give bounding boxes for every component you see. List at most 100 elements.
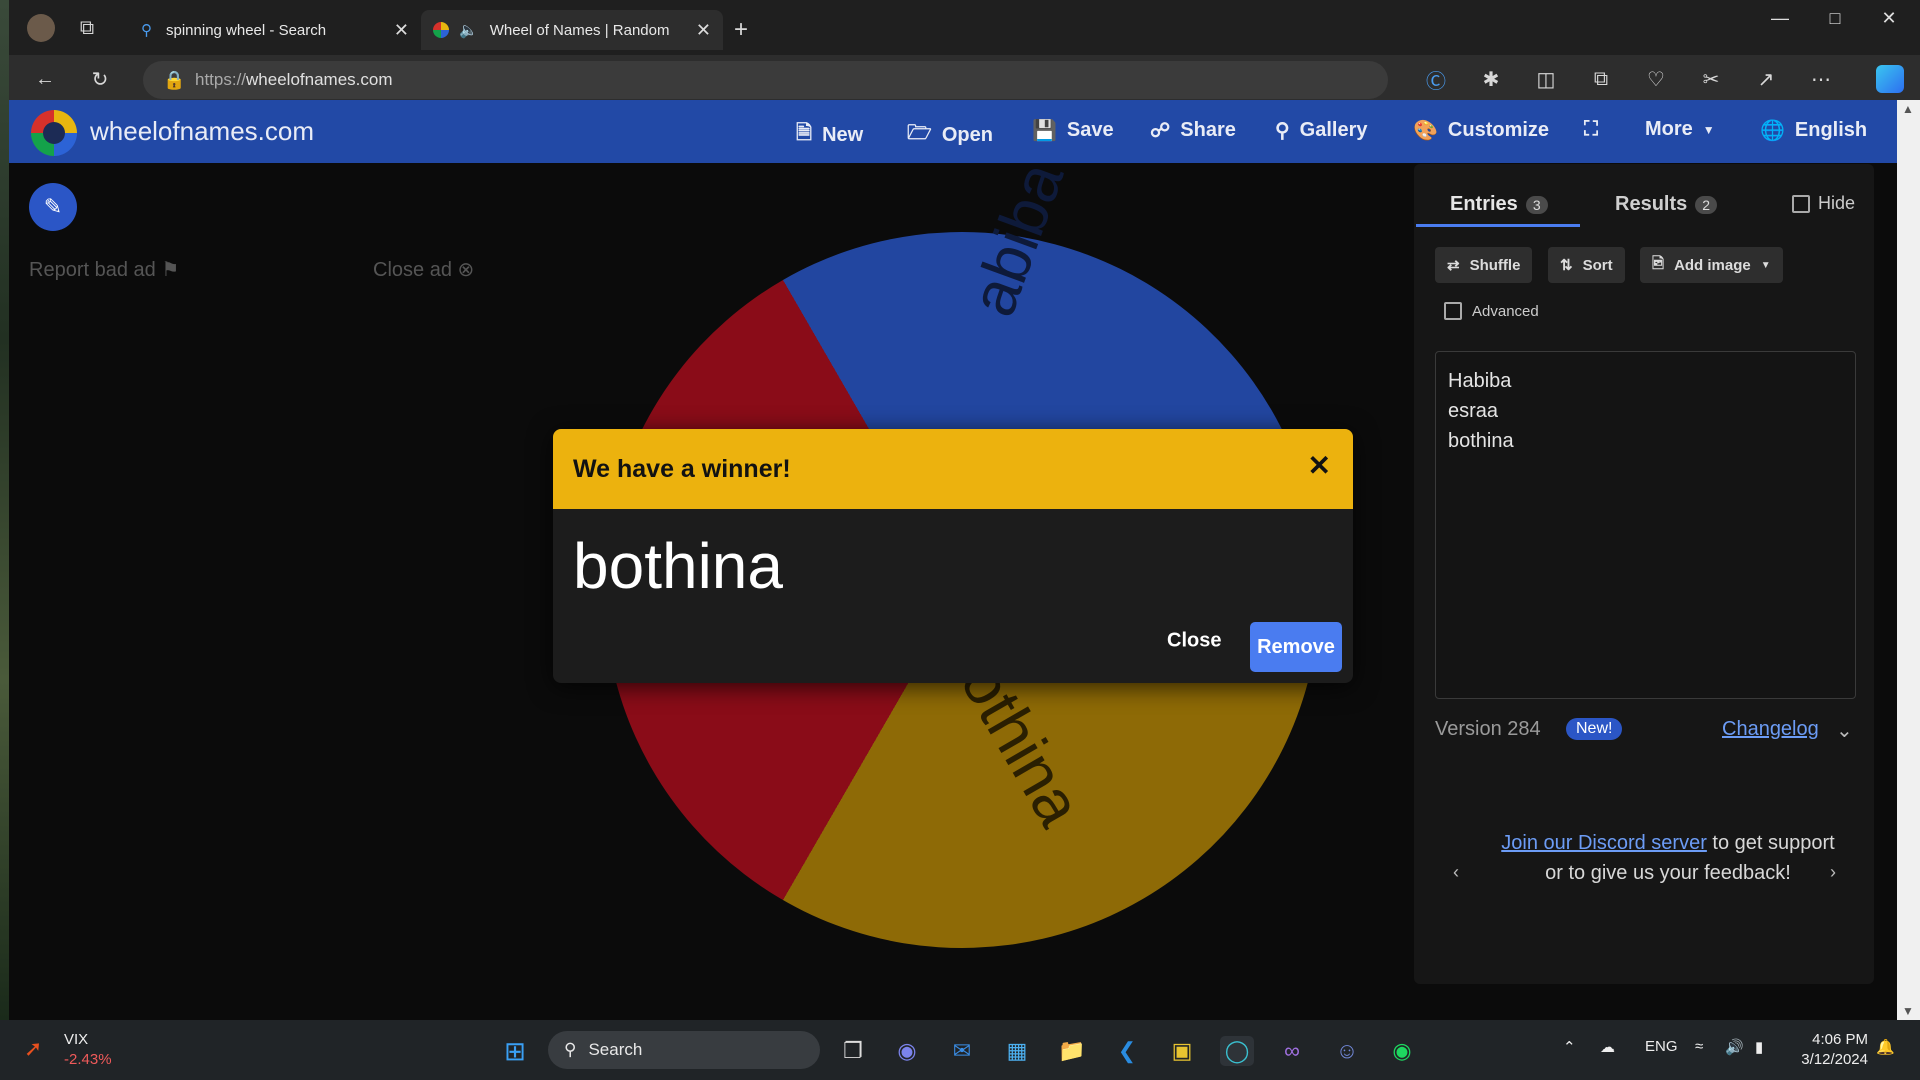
add-image-label: Add image xyxy=(1674,256,1751,274)
profile-avatar[interactable] xyxy=(27,14,55,42)
site-title[interactable]: wheelofnames.com xyxy=(90,116,314,147)
maximize-icon[interactable]: □ xyxy=(1815,8,1855,29)
task-view-icon[interactable]: ❐ xyxy=(836,1036,870,1066)
url-field[interactable]: 🔒 https://wheelofnames.com xyxy=(143,61,1388,99)
speaker-icon[interactable]: 🔈 xyxy=(459,21,478,39)
vscode-icon[interactable]: ❮ xyxy=(1110,1036,1144,1066)
hide-label: Hide xyxy=(1818,193,1856,213)
translate-icon[interactable]: Ⓒ xyxy=(1422,65,1450,93)
more-menu-icon[interactable]: ⋯ xyxy=(1807,65,1835,93)
notification-bell-icon[interactable]: 🔔 xyxy=(1876,1038,1895,1056)
advanced-checkbox[interactable]: Advanced xyxy=(1444,302,1539,320)
windows-start-icon[interactable]: ⊞ xyxy=(498,1036,532,1066)
results-count-badge: 2 xyxy=(1695,195,1718,214)
taskbar-search[interactable]: ⚲ Search xyxy=(548,1031,820,1069)
gallery-button[interactable]: ⚲ Gallery xyxy=(1275,118,1367,143)
new-badge: New! xyxy=(1566,718,1623,740)
discord-link[interactable]: Join our Discord server xyxy=(1501,832,1707,854)
minimize-icon[interactable]: — xyxy=(1760,8,1800,29)
share-button[interactable]: ☍ Share xyxy=(1150,118,1236,143)
teams-icon[interactable]: ◉ xyxy=(890,1036,924,1066)
close-circle-icon: ⊗ xyxy=(457,259,475,281)
sort-label: Sort xyxy=(1582,256,1613,274)
new-tab-button[interactable]: + xyxy=(727,16,755,44)
stock-widget-icon[interactable]: ➚ xyxy=(24,1036,42,1062)
site-logo-center xyxy=(43,122,65,144)
hide-checkbox-box[interactable] xyxy=(1792,194,1810,213)
scroll-down-icon[interactable]: ▼ xyxy=(1902,1004,1914,1018)
tab-wheel-of-names[interactable]: 🔈 Wheel of Names | Random ✕ xyxy=(421,10,723,50)
sticky-app-icon[interactable]: ▣ xyxy=(1165,1036,1199,1066)
new-button[interactable]: 🗎 New xyxy=(796,118,863,152)
browser-essentials-icon[interactable]: ♡ xyxy=(1642,65,1670,93)
changelog-link[interactable]: Changelog xyxy=(1722,718,1819,741)
add-image-button[interactable]: 🖻 Add image ▼ xyxy=(1640,247,1783,283)
chevron-down-icon[interactable]: ⌄ xyxy=(1836,718,1853,743)
ticker-change: -2.43% xyxy=(64,1051,112,1068)
extensions-icon[interactable]: ✱ xyxy=(1477,65,1505,93)
ticker-symbol: VIX xyxy=(64,1031,89,1048)
advanced-checkbox-box[interactable] xyxy=(1444,302,1462,320)
save-button[interactable]: 💾 Save xyxy=(1032,118,1114,143)
dialog-close-icon[interactable]: ✕ xyxy=(1308,449,1331,482)
sort-button[interactable]: ⇅ Sort xyxy=(1548,247,1625,283)
close-window-icon[interactable]: ✕ xyxy=(1869,8,1909,29)
tab-spinning-wheel-search[interactable]: ⚲ spinning wheel - Search ✕ xyxy=(129,10,421,50)
mail-icon[interactable]: ✉ xyxy=(945,1036,979,1066)
split-screen-icon[interactable]: ◫ xyxy=(1532,65,1560,93)
open-button[interactable]: 🗁 Open xyxy=(907,118,993,152)
chevron-left-icon[interactable]: ‹ xyxy=(1453,862,1459,883)
close-ad-link[interactable]: Close ad ⊗ xyxy=(373,257,474,282)
favicon-icon xyxy=(433,22,449,38)
workspaces-icon[interactable]: ⧉ xyxy=(73,14,101,42)
language-indicator[interactable]: ENG xyxy=(1645,1038,1678,1055)
dialog-remove-button[interactable]: Remove xyxy=(1250,622,1342,672)
flag-icon: ⚑ xyxy=(161,259,180,281)
refresh-icon[interactable]: ↻ xyxy=(86,65,114,93)
screenshot-icon[interactable]: ✂ xyxy=(1697,65,1725,93)
fullscreen-button[interactable]: ⛶ xyxy=(1584,118,1598,141)
more-button[interactable]: More ▼ xyxy=(1645,118,1715,141)
version-label: Version 284 xyxy=(1435,718,1541,740)
tab-entries[interactable]: Entries 3 xyxy=(1450,193,1548,216)
share-page-icon[interactable]: ↗ xyxy=(1752,65,1780,93)
dialog-close-button[interactable]: Close xyxy=(1167,630,1221,653)
customize-button[interactable]: 🎨 Customize xyxy=(1413,118,1549,143)
page-scrollbar[interactable]: ▲ ▼ xyxy=(1897,100,1920,1020)
edit-pencil-button[interactable]: ✎ xyxy=(29,183,77,231)
hide-checkbox[interactable]: Hide xyxy=(1792,193,1855,214)
entry-line: Habiba xyxy=(1448,370,1512,392)
stock-widget[interactable]: VIX -2.43% xyxy=(64,1030,112,1070)
store-icon[interactable]: ▦ xyxy=(1000,1036,1034,1066)
file-explorer-icon[interactable]: 📁 xyxy=(1055,1036,1089,1066)
volume-icon[interactable]: 🔊 xyxy=(1725,1038,1744,1056)
discord-message: Join our Discord server to get support o… xyxy=(1500,828,1836,888)
share-label: Share xyxy=(1180,119,1236,141)
scroll-up-icon[interactable]: ▲ xyxy=(1902,102,1914,116)
visual-studio-icon[interactable]: ∞ xyxy=(1275,1036,1309,1066)
discord-icon[interactable]: ☺ xyxy=(1330,1036,1364,1066)
language-button[interactable]: 🌐 English xyxy=(1760,118,1867,143)
spotify-icon[interactable]: ◉ xyxy=(1385,1036,1419,1066)
wifi-icon[interactable]: ≈ xyxy=(1695,1038,1703,1055)
shuffle-button[interactable]: ⇄ Shuffle xyxy=(1435,247,1533,283)
entries-textarea[interactable]: Habiba esraa bothina xyxy=(1435,351,1856,699)
tab-title: Wheel of Names | Random xyxy=(489,21,670,39)
back-arrow-icon[interactable]: ← xyxy=(31,65,59,93)
edge-icon[interactable]: ◯ xyxy=(1220,1036,1254,1066)
close-tab-icon[interactable]: ✕ xyxy=(696,20,711,41)
close-tab-icon[interactable]: ✕ xyxy=(394,20,409,41)
report-ad-link[interactable]: Report bad ad ⚑ xyxy=(29,257,179,282)
save-icon: 💾 xyxy=(1032,120,1057,142)
open-label: Open xyxy=(941,123,993,146)
more-label: More xyxy=(1645,118,1693,140)
copilot-icon[interactable] xyxy=(1876,65,1904,93)
chevron-right-icon[interactable]: › xyxy=(1830,862,1836,883)
tab-results[interactable]: Results 2 xyxy=(1615,193,1718,216)
tray-chevron-icon[interactable]: ⌃ xyxy=(1563,1038,1576,1056)
onedrive-icon[interactable]: ☁ xyxy=(1600,1038,1615,1056)
collections-icon[interactable]: ⧉ xyxy=(1587,65,1615,93)
battery-icon[interactable]: ▮ xyxy=(1755,1038,1763,1056)
report-ad-label: Report bad ad xyxy=(29,259,156,281)
clock[interactable]: 4:06 PM 3/12/2024 xyxy=(1788,1030,1868,1070)
